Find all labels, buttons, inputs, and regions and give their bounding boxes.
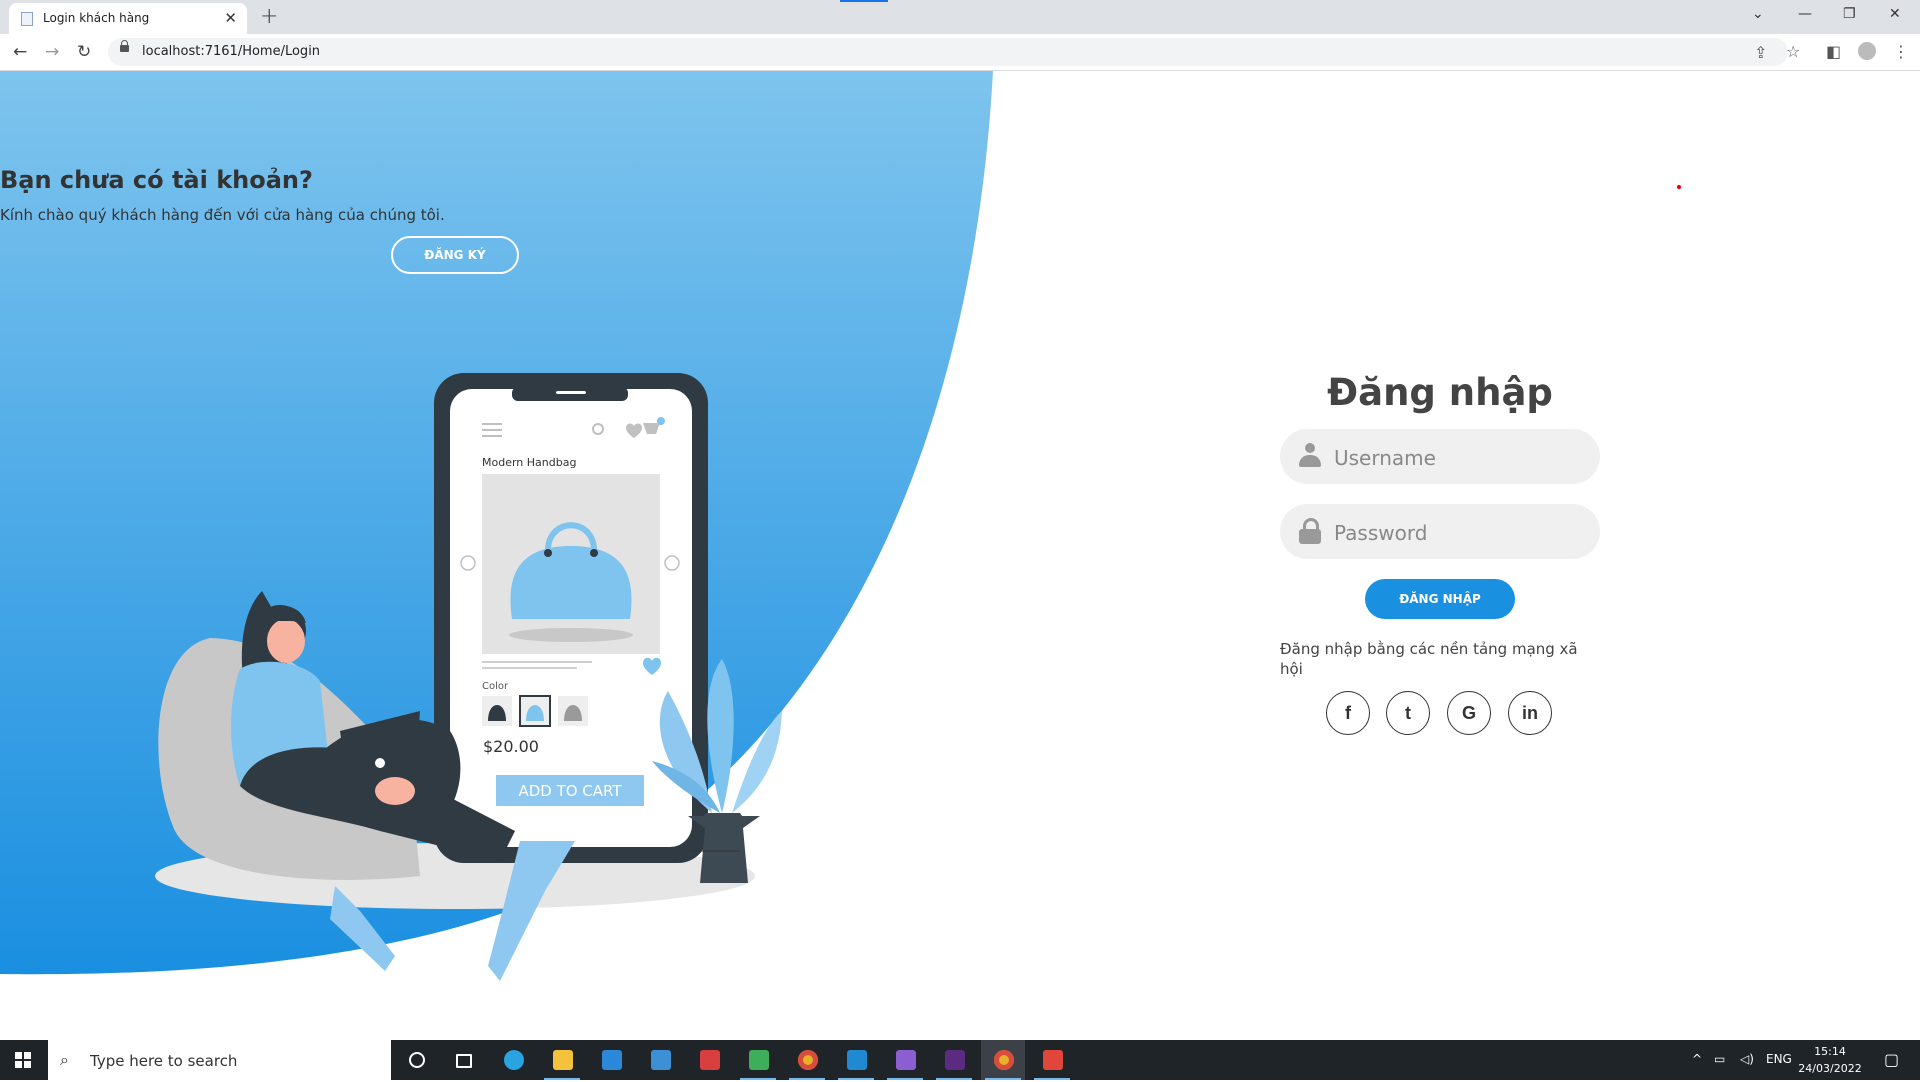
- windows-taskbar: ⌕ ^ ▭ ◁) ENG 15:14 24/03/2022 ▢: [0, 1040, 1920, 1082]
- clock[interactable]: 15:14 24/03/2022: [1790, 1043, 1870, 1077]
- login-page: Bạn chưa có tài khoản? Kính chào quý khá…: [0, 71, 1920, 1039]
- taskbar-search[interactable]: ⌕: [48, 1040, 391, 1082]
- menu-kebab-icon[interactable]: ⋮: [1893, 42, 1909, 61]
- browser-tab[interactable]: Login khách hàng ✕: [9, 3, 247, 34]
- notifications-icon[interactable]: ▢: [1884, 1050, 1899, 1069]
- social-login-text: Đăng nhập bằng các nền tảng mạng xã hội: [1280, 640, 1578, 678]
- woman-face: [267, 619, 305, 663]
- color-label: Color: [482, 681, 509, 692]
- lock-icon: [1299, 518, 1321, 544]
- minimize-icon[interactable]: —: [1798, 6, 1812, 22]
- product-name: Modern Handbag: [482, 456, 576, 469]
- side-panel-icon[interactable]: ◧: [1826, 42, 1841, 61]
- volume-icon[interactable]: ◁): [1740, 1052, 1754, 1066]
- app-icon[interactable]: [687, 1040, 731, 1080]
- vscode-icon[interactable]: [834, 1040, 878, 1080]
- username-input[interactable]: [1332, 429, 1586, 486]
- bookmark-star-icon[interactable]: ☆: [1786, 42, 1800, 61]
- close-window-icon[interactable]: ✕: [1889, 6, 1901, 22]
- store-icon[interactable]: [589, 1040, 633, 1080]
- shopping-illustration: Modern Handbag Color $20.00 ADD TO CART: [155, 373, 782, 981]
- windows-logo-icon: [15, 1052, 31, 1068]
- chrome-icon[interactable]: [785, 1040, 829, 1080]
- edge-icon[interactable]: [491, 1040, 535, 1080]
- menu-lines: [482, 423, 502, 425]
- search-icon: ⌕: [60, 1050, 69, 1069]
- loading-indicator: [840, 0, 888, 2]
- linkedin-icon[interactable]: in: [1508, 691, 1552, 735]
- clock-date: 24/03/2022: [1798, 1062, 1862, 1075]
- close-tab-icon[interactable]: ✕: [224, 9, 237, 27]
- browser-toolbar: ← → ↻ localhost:7161/Home/Login ⇪ ☆ ◧ ⋮: [0, 34, 1920, 71]
- twitter-icon[interactable]: t: [1386, 691, 1430, 735]
- start-button[interactable]: [0, 1040, 48, 1080]
- file-explorer-icon[interactable]: [540, 1040, 584, 1080]
- language-indicator[interactable]: ENG: [1766, 1052, 1792, 1066]
- share-icon[interactable]: ⇪: [1754, 43, 1767, 62]
- password-field[interactable]: [1280, 504, 1600, 561]
- browser-tab-bar: Login khách hàng ✕ + ⌄ — ❐ ✕: [0, 0, 1920, 34]
- back-icon[interactable]: ←: [13, 42, 27, 62]
- cortana-icon[interactable]: [394, 1040, 438, 1080]
- snipping-icon[interactable]: [736, 1040, 780, 1080]
- show-hidden-icons-icon[interactable]: ^: [1692, 1052, 1702, 1066]
- page-favicon-icon: [21, 12, 33, 26]
- new-tab-icon[interactable]: +: [260, 4, 278, 29]
- red-dot: [1677, 185, 1681, 189]
- task-view-icon[interactable]: [441, 1040, 485, 1080]
- tab-search-icon[interactable]: ⌄: [1752, 6, 1764, 22]
- forward-icon[interactable]: →: [45, 42, 59, 62]
- password-input[interactable]: [1332, 504, 1586, 561]
- network-icon[interactable]: ▭: [1714, 1052, 1725, 1066]
- git-icon[interactable]: [1030, 1040, 1074, 1080]
- restore-icon[interactable]: ❐: [1843, 6, 1856, 22]
- profile-avatar-icon[interactable]: [1858, 42, 1876, 60]
- price: $20.00: [483, 737, 539, 756]
- clock-time: 15:14: [1814, 1045, 1846, 1058]
- lock-icon: [120, 40, 129, 52]
- url-text: localhost:7161/Home/Login: [142, 44, 321, 59]
- google-icon[interactable]: G: [1447, 691, 1491, 735]
- visual-studio-icon[interactable]: [883, 1040, 927, 1080]
- chrome-active-icon[interactable]: [981, 1040, 1025, 1080]
- address-bar[interactable]: localhost:7161/Home/Login ⇪ ☆: [108, 38, 1800, 66]
- facebook-icon[interactable]: f: [1326, 691, 1370, 735]
- username-field[interactable]: [1280, 429, 1600, 486]
- reload-icon[interactable]: ↻: [77, 42, 91, 62]
- handbag: [510, 546, 632, 619]
- user-icon: [1299, 443, 1321, 469]
- taskbar-search-input[interactable]: [88, 1040, 382, 1082]
- add-to-cart-text: ADD TO CART: [518, 782, 622, 800]
- terminal-icon[interactable]: [932, 1040, 976, 1080]
- mail-icon[interactable]: [638, 1040, 682, 1080]
- login-button[interactable]: ĐĂNG NHẬP: [1365, 579, 1515, 619]
- tab-title: Login khách hàng: [43, 11, 150, 25]
- login-title: Đăng nhập: [1327, 371, 1553, 414]
